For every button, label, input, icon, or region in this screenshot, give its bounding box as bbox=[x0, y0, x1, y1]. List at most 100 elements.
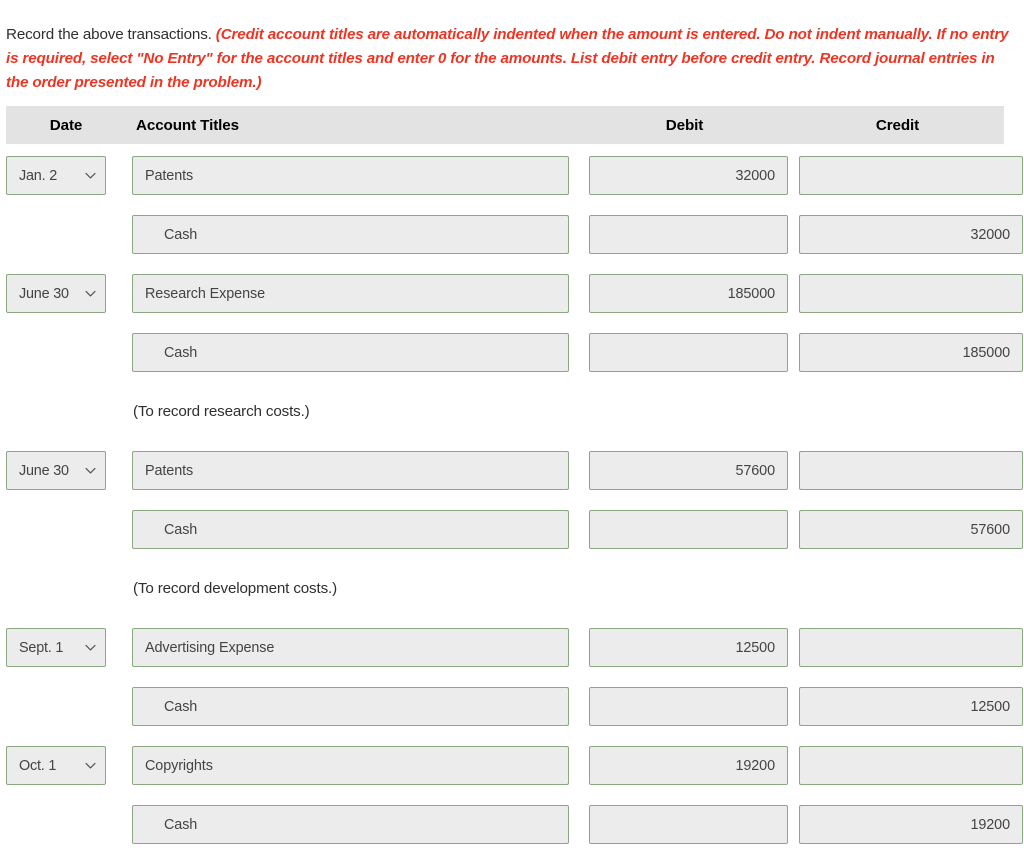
cell-credit bbox=[791, 274, 1023, 313]
account-title-input[interactable]: Cash bbox=[132, 805, 569, 844]
cell-account-titles: Patents bbox=[132, 156, 584, 195]
cell-account-titles: Research Expense bbox=[132, 274, 584, 313]
cell-debit: 32000 bbox=[584, 156, 791, 195]
credit-amount-input[interactable]: 57600 bbox=[799, 510, 1023, 549]
chevron-down-icon bbox=[84, 287, 97, 300]
account-title-input[interactable]: Copyrights bbox=[132, 746, 569, 785]
cell-account-titles: Cash bbox=[132, 333, 584, 372]
account-title-input[interactable]: Cash bbox=[132, 687, 569, 726]
credit-amount-input[interactable] bbox=[799, 156, 1023, 195]
credit-amount-input[interactable] bbox=[799, 628, 1023, 667]
debit-amount-input[interactable] bbox=[589, 215, 788, 254]
credit-amount-input[interactable] bbox=[799, 451, 1023, 490]
account-title-input[interactable]: Cash bbox=[132, 333, 569, 372]
account-title-value: Cash bbox=[164, 226, 198, 243]
chevron-down-icon bbox=[84, 169, 97, 182]
debit-amount-value: 57600 bbox=[735, 462, 775, 479]
credit-amount-input[interactable]: 32000 bbox=[799, 215, 1023, 254]
cell-debit: 19200 bbox=[584, 746, 791, 785]
date-select[interactable]: Jan. 2 bbox=[6, 156, 106, 195]
account-title-value: Research Expense bbox=[145, 285, 265, 302]
chevron-down-icon bbox=[84, 641, 97, 654]
debit-amount-input[interactable] bbox=[589, 333, 788, 372]
cell-credit: 185000 bbox=[791, 333, 1023, 372]
debit-amount-value: 12500 bbox=[735, 639, 775, 656]
cell-credit: 32000 bbox=[791, 215, 1023, 254]
credit-amount-input[interactable]: 12500 bbox=[799, 687, 1023, 726]
debit-amount-input[interactable]: 57600 bbox=[589, 451, 788, 490]
table-row: June 30 Patents 57600 bbox=[6, 451, 1023, 510]
column-header-debit: Debit bbox=[665, 116, 704, 134]
cell-account-titles: Patents bbox=[132, 451, 584, 490]
debit-amount-input[interactable]: 32000 bbox=[589, 156, 788, 195]
cell-credit: 19200 bbox=[791, 805, 1023, 844]
debit-amount-value: 185000 bbox=[727, 285, 776, 302]
cell-account-titles: Cash bbox=[132, 215, 584, 254]
credit-amount-value: 185000 bbox=[962, 344, 1011, 361]
date-select[interactable]: June 30 bbox=[6, 274, 106, 313]
table-header-row: Date Account Titles Debit Credit bbox=[6, 106, 1004, 144]
debit-amount-input[interactable]: 185000 bbox=[589, 274, 788, 313]
table-row: Cash 185000 bbox=[6, 333, 1023, 392]
date-select[interactable]: Sept. 1 bbox=[6, 628, 106, 667]
cell-debit bbox=[584, 805, 791, 844]
journal-entry-page: Record the above transactions. (Credit a… bbox=[0, 0, 1024, 844]
account-title-value: Advertising Expense bbox=[145, 639, 275, 656]
account-title-value: Patents bbox=[145, 462, 194, 479]
table-row: Cash 12500 bbox=[6, 687, 1023, 746]
credit-amount-value: 32000 bbox=[970, 226, 1010, 243]
cell-credit bbox=[791, 746, 1023, 785]
column-header-credit: Credit bbox=[875, 116, 920, 134]
credit-amount-input[interactable]: 19200 bbox=[799, 805, 1023, 844]
debit-amount-input[interactable]: 12500 bbox=[589, 628, 788, 667]
debit-amount-input[interactable]: 19200 bbox=[589, 746, 788, 785]
date-select[interactable]: June 30 bbox=[6, 451, 106, 490]
debit-amount-value: 19200 bbox=[735, 757, 775, 774]
cell-credit bbox=[791, 628, 1023, 667]
account-title-value: Copyrights bbox=[145, 757, 213, 774]
cell-credit bbox=[791, 156, 1023, 195]
cell-account-titles: (To record development costs.) bbox=[132, 569, 584, 608]
account-title-input[interactable]: Cash bbox=[132, 215, 569, 254]
cell-credit: 12500 bbox=[791, 687, 1023, 726]
column-header-date: Date bbox=[49, 116, 83, 134]
account-title-input[interactable]: Cash bbox=[132, 510, 569, 549]
account-title-input[interactable]: Patents bbox=[132, 156, 569, 195]
cell-date: June 30 bbox=[6, 274, 132, 313]
credit-amount-input[interactable] bbox=[799, 746, 1023, 785]
column-header-account-titles: Account Titles bbox=[136, 116, 239, 134]
account-title-input[interactable]: Patents bbox=[132, 451, 569, 490]
memo-text: (To record development costs.) bbox=[133, 580, 337, 597]
credit-amount-input[interactable]: 185000 bbox=[799, 333, 1023, 372]
cell-debit: 12500 bbox=[584, 628, 791, 667]
memo-text: (To record research costs.) bbox=[133, 403, 310, 420]
account-title-input[interactable]: Advertising Expense bbox=[132, 628, 569, 667]
account-title-input[interactable]: Research Expense bbox=[132, 274, 569, 313]
instructions-lead: Record the above transactions. bbox=[6, 26, 212, 44]
debit-amount-input[interactable] bbox=[589, 805, 788, 844]
date-select-value: June 30 bbox=[19, 285, 69, 302]
credit-amount-value: 12500 bbox=[970, 698, 1010, 715]
cell-date: Sept. 1 bbox=[6, 628, 132, 667]
cell-debit: 185000 bbox=[584, 274, 791, 313]
cell-debit bbox=[584, 333, 791, 372]
date-select-value: Oct. 1 bbox=[19, 757, 57, 774]
table-row: Cash 32000 bbox=[6, 215, 1023, 274]
cell-date: Jan. 2 bbox=[6, 156, 132, 195]
cell-date: June 30 bbox=[6, 451, 132, 490]
account-title-value: Cash bbox=[164, 816, 198, 833]
cell-account-titles: Copyrights bbox=[132, 746, 584, 785]
table-row: June 30 Research Expense 185000 bbox=[6, 274, 1023, 333]
credit-amount-input[interactable] bbox=[799, 274, 1023, 313]
cell-credit bbox=[791, 451, 1023, 490]
account-title-value: Cash bbox=[164, 521, 198, 538]
date-select-value: Jan. 2 bbox=[19, 167, 58, 184]
cell-account-titles: Cash bbox=[132, 687, 584, 726]
cell-account-titles: Advertising Expense bbox=[132, 628, 584, 667]
date-select[interactable]: Oct. 1 bbox=[6, 746, 106, 785]
credit-amount-value: 57600 bbox=[970, 521, 1010, 538]
debit-amount-input[interactable] bbox=[589, 687, 788, 726]
debit-amount-input[interactable] bbox=[589, 510, 788, 549]
cell-debit bbox=[584, 687, 791, 726]
table-body: Jan. 2 Patents 32000 Cash 32000 June 30 Resear… bbox=[6, 144, 1023, 864]
